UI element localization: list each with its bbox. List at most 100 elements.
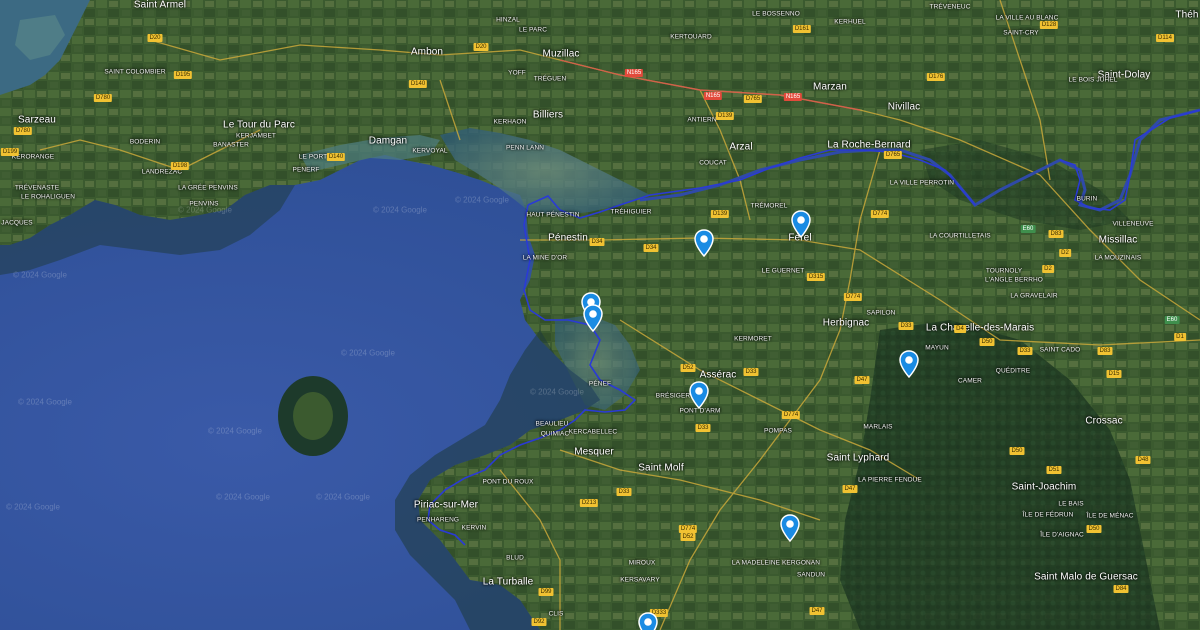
road-shield: D765 (743, 95, 763, 103)
road-shield: D51 (1046, 466, 1062, 474)
village-label: LA PIERRE FENDUE (858, 476, 922, 484)
road-shield: D4 (954, 325, 966, 333)
road-shield: D50 (1009, 447, 1025, 455)
village-label: SAINT-CRY (1003, 29, 1039, 37)
map-marker-icon (583, 304, 603, 332)
village-label: PENHARENG (416, 516, 460, 524)
road-shield: D140 (408, 80, 428, 88)
road-shield: D774 (781, 411, 801, 419)
village-label: ÎLE DE MÉNAC (1086, 512, 1134, 520)
village-label: MARLAIS (863, 423, 893, 431)
village-label: QUÉDITRE (995, 367, 1031, 375)
road-shield: D315 (806, 273, 826, 281)
road-shield: D199 (0, 148, 20, 156)
satellite-map[interactable]: © 2024 Google © 2024 Google © 2024 Googl… (0, 0, 1200, 630)
road-shield: D114 (1156, 34, 1174, 42)
map-pin[interactable] (583, 304, 603, 332)
place-label: Sarzeau (18, 114, 56, 126)
road-shield: D83 (1097, 347, 1113, 355)
map-marker-icon (638, 612, 658, 630)
village-label: PÉNEF (588, 380, 612, 388)
village-label: BLUD (506, 554, 524, 562)
village-label: KERTOUARD (670, 33, 712, 41)
road-shield: D198 (170, 162, 190, 170)
place-label: Missillac (1098, 234, 1138, 246)
road-shield: D84 (1113, 585, 1129, 593)
village-label: LA GRAVELAIR (1010, 292, 1058, 300)
village-label: PENERF (292, 166, 320, 174)
road-shield: D33 (695, 424, 711, 432)
village-label: SAINT COLOMBIER (104, 68, 166, 76)
village-label: BANASTER (213, 141, 249, 149)
road-shield: D139 (715, 112, 735, 120)
road-shield: D48 (1135, 456, 1151, 464)
map-pin[interactable] (780, 514, 800, 542)
map-watermark: © 2024 Google (18, 397, 72, 407)
map-watermark: © 2024 Google (6, 502, 60, 512)
road-shield: D20 (147, 34, 163, 42)
village-label: LA MADELEINE (731, 559, 781, 567)
road-shield: D50 (1086, 525, 1102, 533)
village-label: KERHAON (493, 118, 527, 126)
map-marker-icon (899, 350, 919, 378)
village-label: KERCABELLEC (568, 428, 618, 436)
road-shield: D99 (538, 588, 554, 596)
road-shield: D33 (616, 488, 632, 496)
village-label: MAYUN (925, 344, 949, 352)
road-shield: D774 (870, 210, 890, 218)
village-label: ÎLE DE FÉDRUN (1022, 511, 1074, 519)
village-label: KERJAMBET (236, 132, 276, 140)
village-label: SAINT CADO (1039, 346, 1081, 354)
village-label: TRÉVENEUC (929, 3, 971, 11)
village-label: LE GUERNET (761, 267, 805, 275)
map-pin[interactable] (899, 350, 919, 378)
road-shield: D2 (1042, 265, 1054, 273)
place-label: Marzan (813, 81, 847, 93)
place-label: Assérac (699, 369, 737, 381)
village-label: PENN LANN (505, 144, 545, 152)
village-label: KERMORET (734, 335, 772, 343)
map-watermark: © 2024 Google (341, 348, 395, 358)
map-marker-icon (689, 381, 709, 409)
map-watermark: © 2024 Google (373, 205, 427, 215)
place-label: Crossac (1085, 415, 1123, 427)
map-watermark: © 2024 Google (13, 270, 67, 280)
village-label: LA GRÉE PENVINS (178, 184, 238, 192)
village-label: LE BOSSENNO (752, 10, 800, 18)
road-shield: D47 (854, 376, 870, 384)
road-shield: D52 (680, 364, 696, 372)
map-pin[interactable] (694, 229, 714, 257)
village-label: HAUT PÉNESTIN (526, 211, 580, 219)
village-label: VILLENEUVE (1112, 220, 1154, 228)
village-label: LA VILLE PERROTIN (889, 179, 955, 187)
map-watermark: © 2024 Google (208, 426, 262, 436)
road-shield: N165 (783, 93, 803, 101)
village-label: JACQUES (1, 219, 33, 227)
village-label: TRÉVENASTE (14, 184, 60, 192)
road-shield: D213 (579, 499, 599, 507)
village-label: CLIS (548, 610, 564, 618)
road-shield: D34 (643, 244, 659, 252)
village-label: CAMER (958, 377, 982, 385)
map-pin[interactable] (791, 210, 811, 238)
map-watermark: © 2024 Google (316, 492, 370, 502)
place-label: Nivillac (887, 101, 921, 113)
place-label: Saint Malo de Guersac (1034, 571, 1138, 583)
village-label: COUCAT (699, 159, 727, 167)
map-watermark: © 2024 Google (216, 492, 270, 502)
road-shield: N165 (703, 92, 723, 100)
road-shield: D15 (1106, 370, 1122, 378)
map-pin[interactable] (689, 381, 709, 409)
road-shield: D139 (710, 210, 730, 218)
map-pin[interactable] (638, 612, 658, 630)
place-label: Saint Lyphard (826, 452, 890, 464)
village-label: BRÉSIGER (655, 392, 691, 400)
village-label: PENVINS (189, 200, 219, 208)
village-label: LA COURTILLETAIS (929, 232, 991, 240)
village-label: ÎLE D'AIGNAC (1040, 531, 1084, 539)
road-shield: D92 (531, 618, 547, 626)
road-shield: D47 (809, 607, 825, 615)
village-label: BODERIN (129, 138, 161, 146)
village-label: SANDUN (796, 571, 826, 579)
village-label: HINZAL (496, 16, 520, 24)
